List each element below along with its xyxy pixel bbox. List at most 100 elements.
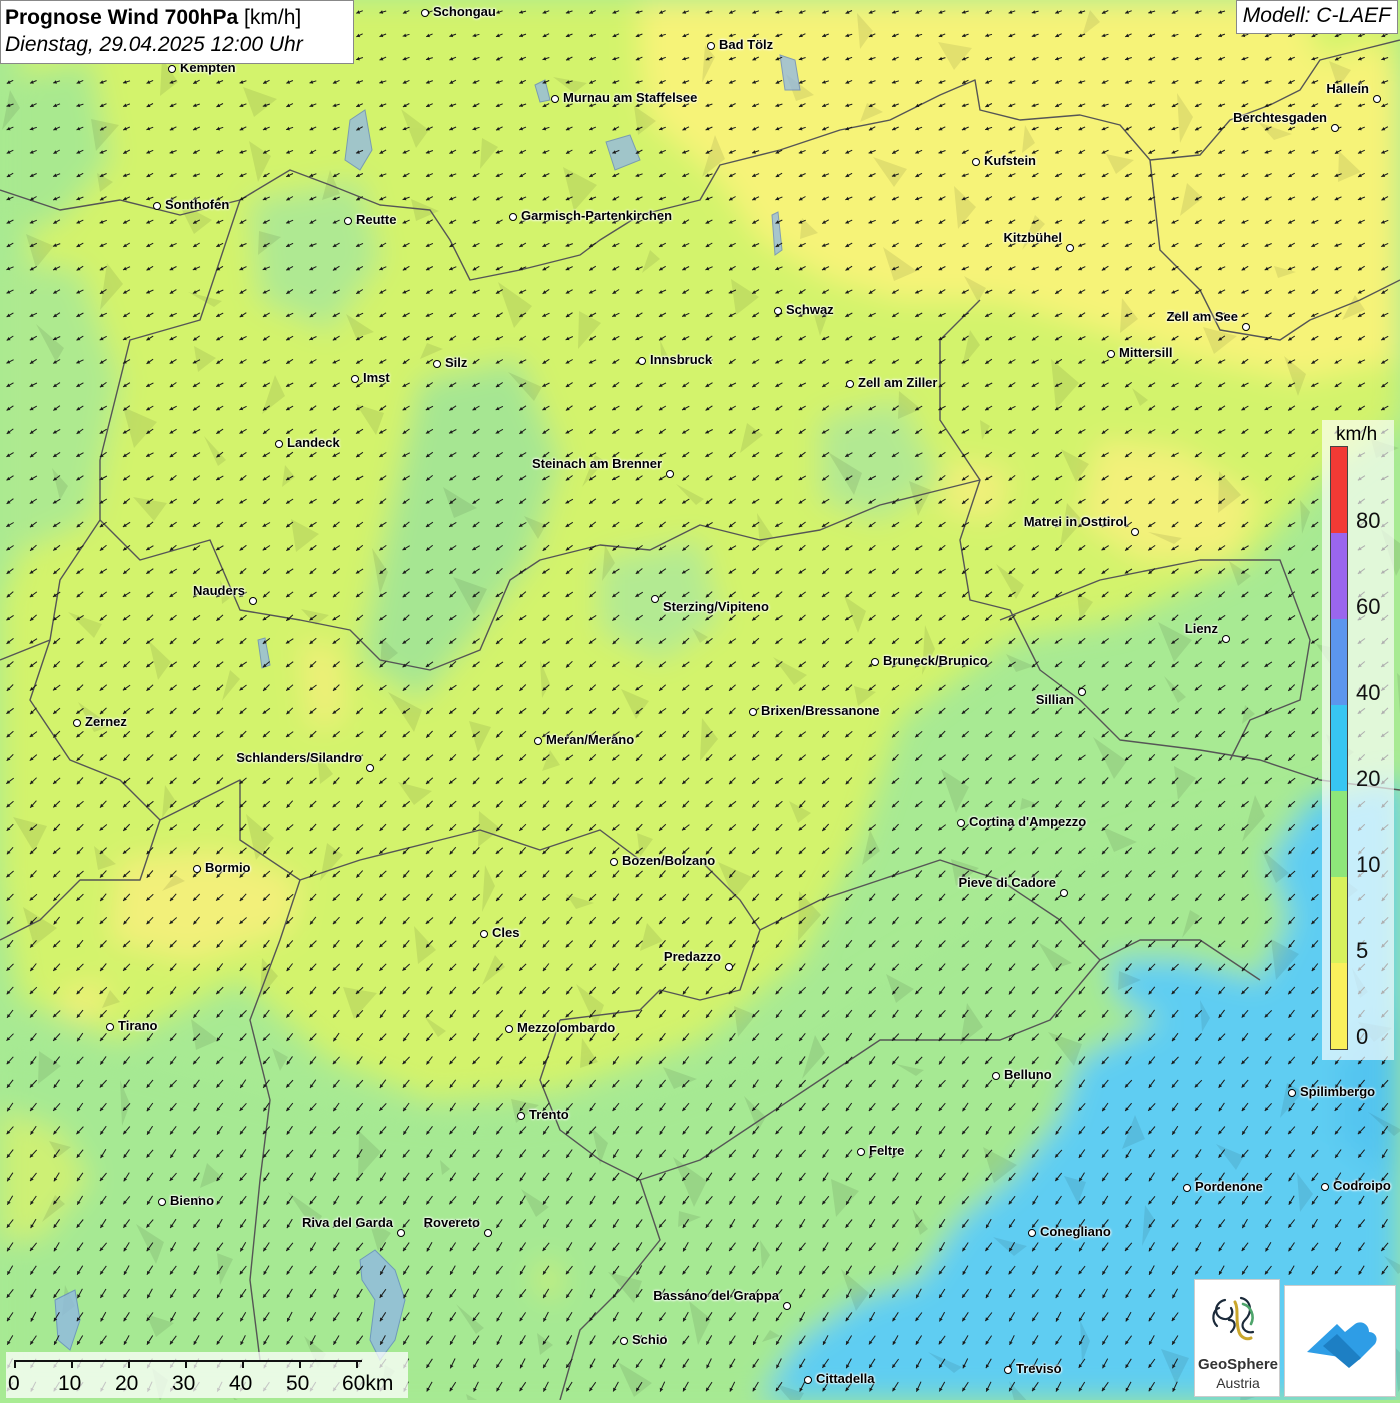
city-label: Spilimbergo (1300, 1084, 1375, 1099)
city-label: Schio (632, 1332, 667, 1347)
legend-seg-0 (1331, 963, 1347, 1049)
city-marker-icon (749, 708, 757, 716)
city-marker-icon (783, 1302, 791, 1310)
city-marker-icon (638, 357, 646, 365)
city-label: Lienz (1185, 621, 1218, 636)
city-marker-icon (1331, 124, 1339, 132)
scale-tick (71, 1360, 73, 1368)
city-label: Mittersill (1119, 345, 1172, 360)
map-title: Prognose Wind 700hPa [km/h] (5, 4, 345, 32)
city-marker-icon (1066, 244, 1074, 252)
city-marker-icon (421, 9, 429, 17)
scale-bar: 0 10 20 30 40 50 60km (6, 1352, 408, 1398)
scale-label: 60km (342, 1372, 393, 1396)
city-marker-icon (957, 819, 965, 827)
city-label: Conegliano (1040, 1224, 1111, 1239)
city-label: Cles (492, 925, 519, 940)
city-marker-icon (1028, 1229, 1036, 1237)
city-marker-icon (725, 963, 733, 971)
city-marker-icon (158, 1198, 166, 1206)
title-unit: [km/h] (244, 6, 301, 29)
city-marker-icon (1321, 1183, 1329, 1191)
city-marker-icon (846, 380, 854, 388)
scale-tick (185, 1360, 187, 1368)
legend-label-0: 0 (1356, 1024, 1368, 1050)
city-marker-icon (620, 1337, 628, 1345)
city-label: Cortina d'Ampezzo (969, 814, 1086, 829)
city-label: Meran/Merano (546, 732, 634, 747)
city-marker-icon (534, 737, 542, 745)
city-label: Bad Tölz (719, 37, 773, 52)
city-marker-icon (509, 213, 517, 221)
geosphere-emblem-icon (1195, 1280, 1281, 1356)
legend-label-20: 20 (1356, 766, 1380, 792)
city-marker-icon (774, 307, 782, 315)
geosphere-logo[interactable]: GeoSphere Austria (1194, 1279, 1280, 1397)
legend-seg-40 (1331, 619, 1347, 705)
geosphere-name: GeoSphere (1195, 1356, 1281, 1373)
city-label: Schlanders/Silandro (236, 750, 362, 765)
city-marker-icon (1060, 889, 1068, 897)
city-label: Bormio (205, 860, 251, 875)
city-label: Hallein (1326, 81, 1369, 96)
title-box: Prognose Wind 700hPa [km/h] Dienstag, 29… (0, 0, 354, 64)
city-label: Riva del Garda (302, 1215, 393, 1230)
city-marker-icon (73, 719, 81, 727)
city-label: Belluno (1004, 1067, 1052, 1082)
city-label: Zernez (85, 714, 127, 729)
city-marker-icon (707, 42, 715, 50)
city-marker-icon (857, 1148, 865, 1156)
city-marker-icon (972, 158, 980, 166)
city-marker-icon (275, 440, 283, 448)
city-label: Brixen/Bressanone (761, 703, 880, 718)
city-label: Tirano (118, 1018, 158, 1033)
city-marker-icon (651, 595, 659, 603)
legend-seg-10 (1331, 791, 1347, 877)
city-marker-icon (610, 858, 618, 866)
city-marker-icon (168, 65, 176, 73)
legend-label-60: 60 (1356, 594, 1380, 620)
city-marker-icon (433, 360, 441, 368)
city-marker-icon (1004, 1366, 1012, 1374)
city-marker-icon (480, 930, 488, 938)
scale-label: 40 (229, 1372, 252, 1396)
legend-seg-80 (1331, 447, 1347, 533)
city-marker-icon (397, 1229, 405, 1237)
city-marker-icon (351, 375, 359, 383)
city-label: Sillian (1036, 692, 1074, 707)
city-label: Nauders (193, 583, 245, 598)
scale-tick (128, 1360, 130, 1368)
scale-tick (14, 1360, 16, 1368)
city-label: Sonthofen (165, 197, 229, 212)
city-marker-icon (153, 202, 161, 210)
city-marker-icon (366, 764, 374, 772)
scale-tick (356, 1360, 358, 1368)
city-label: Bienno (170, 1193, 214, 1208)
city-label: Feltre (869, 1143, 904, 1158)
city-marker-icon (193, 865, 201, 873)
city-label: Reutte (356, 212, 396, 227)
city-label: Rovereto (424, 1215, 480, 1230)
city-label: Silz (445, 355, 467, 370)
title-main: Prognose Wind 700hPa (5, 6, 238, 29)
city-label: Kufstein (984, 153, 1036, 168)
weather-app-logo[interactable] (1284, 1285, 1396, 1397)
city-marker-icon (1222, 635, 1230, 643)
city-label: Predazzo (664, 949, 721, 964)
city-label: Imst (363, 370, 390, 385)
city-marker-icon (1107, 350, 1115, 358)
legend-seg-60 (1331, 533, 1347, 619)
city-label: Treviso (1016, 1361, 1062, 1376)
city-marker-icon (1288, 1089, 1296, 1097)
city-marker-icon (106, 1023, 114, 1031)
city-marker-icon (1078, 688, 1086, 696)
legend-seg-5 (1331, 877, 1347, 963)
city-label: Sterzing/Vipiteno (663, 599, 769, 614)
city-label: Zell am See (1166, 309, 1238, 324)
scale-label: 0 (8, 1372, 20, 1396)
city-marker-icon (1373, 95, 1381, 103)
city-marker-icon (1242, 323, 1250, 331)
legend-label-10: 10 (1356, 852, 1380, 878)
city-marker-icon (249, 597, 257, 605)
legend-seg-20 (1331, 705, 1347, 791)
